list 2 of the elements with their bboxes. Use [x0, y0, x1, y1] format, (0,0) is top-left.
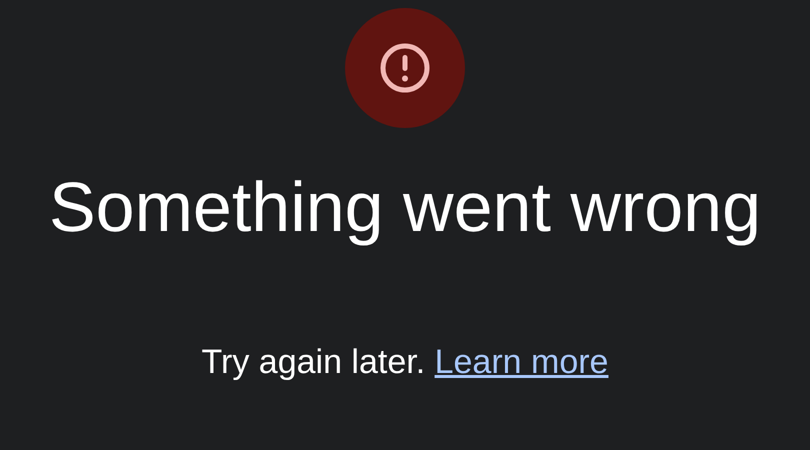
learn-more-link[interactable]: Learn more [434, 343, 608, 381]
error-message: Try again later. Learn more [202, 342, 608, 383]
